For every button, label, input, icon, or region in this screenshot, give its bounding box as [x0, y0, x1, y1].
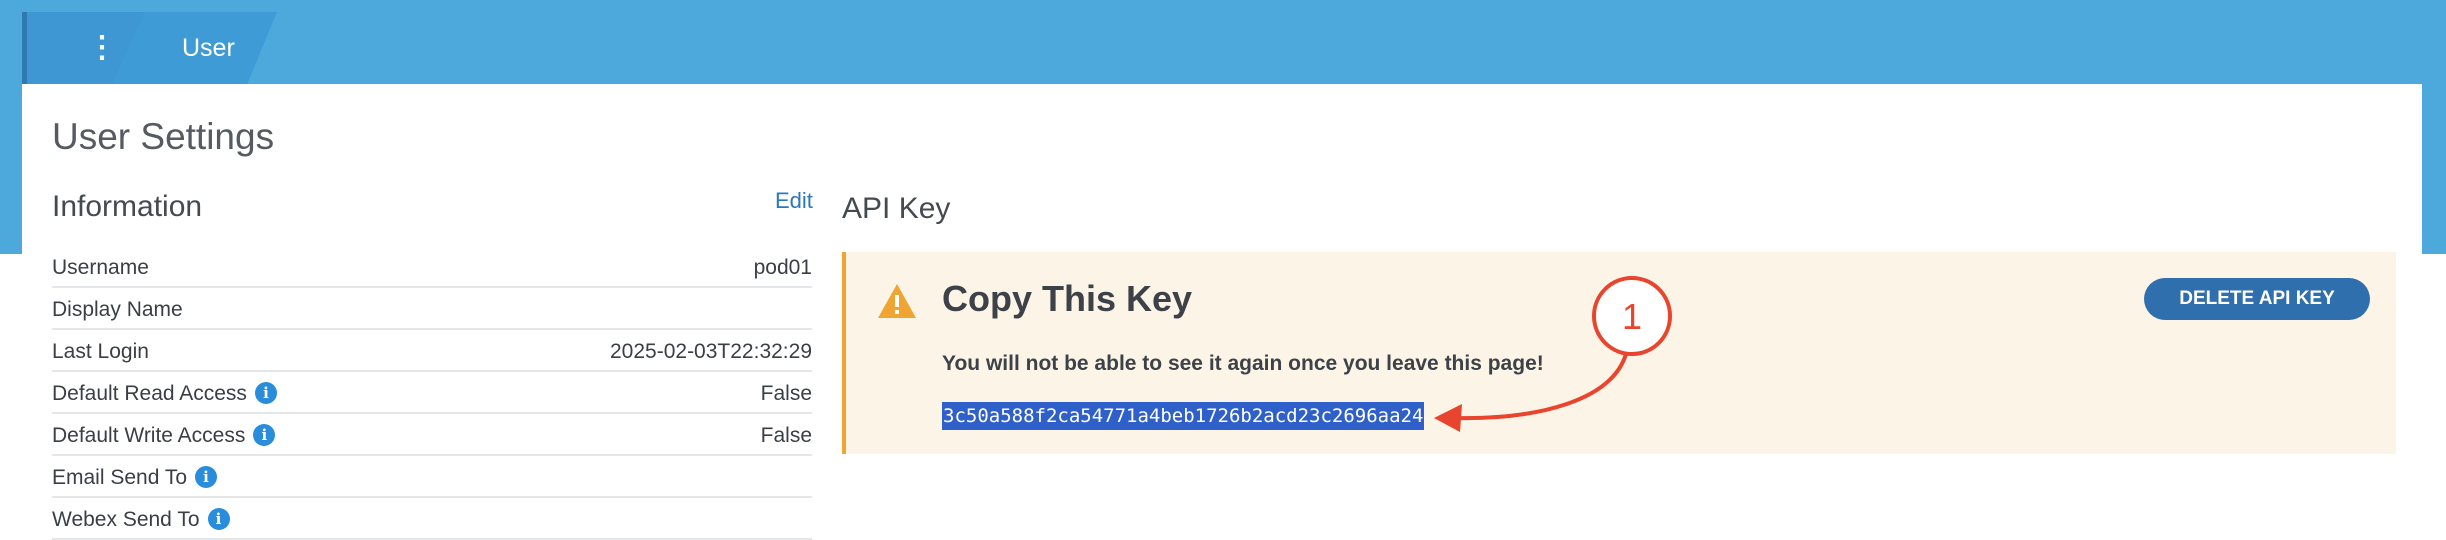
- warning-icon: [878, 284, 916, 318]
- breadcrumb: ⋮ User: [22, 12, 277, 84]
- info-value: False: [760, 424, 812, 447]
- info-label: Webex Send To: [52, 508, 200, 531]
- api-key-heading: API Key: [842, 192, 951, 225]
- info-icon[interactable]: i: [195, 466, 218, 488]
- info-row-webex-send-to: Webex Send To i: [52, 498, 812, 540]
- info-label-wrap: Email Send To i: [52, 466, 218, 490]
- info-label-wrap: Default Write Access i: [52, 424, 276, 448]
- info-row-default-read-access: Default Read Access i False: [52, 372, 812, 414]
- info-value: pod01: [753, 256, 812, 279]
- info-row-email-send-to: Email Send To i: [52, 456, 812, 498]
- info-label: Default Write Access: [52, 424, 246, 447]
- info-row-username: Username pod01: [52, 246, 812, 288]
- copy-key-warning: You will not be able to see it again onc…: [942, 352, 1544, 375]
- copy-key-title: Copy This Key: [942, 278, 1193, 319]
- information-table: Username pod01 Display Name Last Login 2…: [52, 246, 812, 540]
- info-row-display-name: Display Name: [52, 288, 812, 330]
- info-row-last-login: Last Login 2025-02-03T22:32:29: [52, 330, 812, 372]
- info-label-wrap: Webex Send To i: [52, 508, 230, 532]
- settings-panel: User Settings Information Edit Username …: [22, 84, 2422, 540]
- info-icon[interactable]: i: [254, 382, 277, 404]
- kebab-menu-icon: ⋮: [87, 31, 117, 64]
- info-label-wrap: Default Read Access i: [52, 382, 277, 406]
- information-heading: Information: [52, 190, 203, 223]
- info-label: Default Read Access: [52, 382, 247, 405]
- info-label: Last Login: [52, 340, 149, 363]
- breadcrumb-user-label: User: [182, 34, 235, 62]
- info-icon[interactable]: i: [207, 508, 230, 530]
- edit-link[interactable]: Edit: [775, 188, 813, 214]
- info-icon[interactable]: i: [253, 424, 276, 446]
- api-key-alert: Copy This Key You will not be able to se…: [842, 252, 2396, 454]
- info-label: Username: [52, 256, 149, 279]
- info-value: False: [760, 382, 812, 405]
- api-key-value[interactable]: 3c50a588f2ca54771a4beb1726b2acd23c2696aa…: [942, 402, 1425, 430]
- info-row-default-write-access: Default Write Access i False: [52, 414, 812, 456]
- info-label: Display Name: [52, 298, 183, 321]
- info-label: Email Send To: [52, 466, 188, 489]
- page-title: User Settings: [52, 116, 275, 157]
- info-value: 2025-02-03T22:32:29: [610, 340, 812, 363]
- delete-api-key-button[interactable]: DELETE API KEY: [2144, 278, 2370, 320]
